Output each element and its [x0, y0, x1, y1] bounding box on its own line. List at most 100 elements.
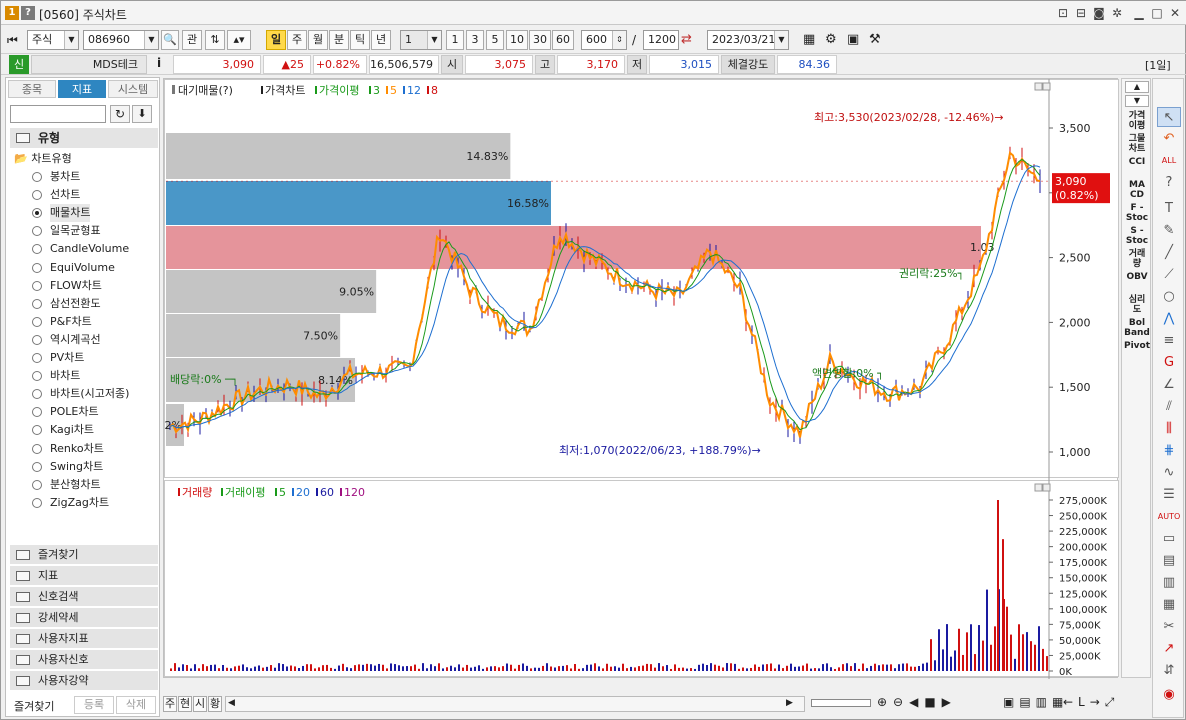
help-badge[interactable]: ? — [21, 6, 35, 20]
chart-type-label[interactable]: P&F차트 — [50, 313, 92, 331]
period-tick-button[interactable]: 틱 — [350, 30, 370, 50]
indicator-shortcut[interactable]: S - Stoc — [1124, 226, 1150, 246]
cursor-arrow-icon[interactable]: ↖ — [1157, 107, 1181, 127]
indicator-shortcut[interactable]: 그물 차트 — [1124, 134, 1150, 154]
chart-type-radio[interactable] — [32, 443, 42, 454]
all-delete-icon[interactable]: ALL — [1157, 151, 1181, 171]
save-icon[interactable]: ⊟ — [1073, 5, 1089, 21]
chart-type-radio[interactable] — [32, 497, 42, 508]
tab-current[interactable]: 현 — [178, 696, 192, 712]
volume-close-icon[interactable] — [1042, 483, 1051, 492]
chart-type-label[interactable]: CandleVolume — [50, 240, 129, 258]
chart-type-radio[interactable] — [32, 172, 42, 182]
chart-type-label[interactable]: 바차트(시고저종) — [50, 385, 129, 403]
group-header-type[interactable]: 유형 — [10, 128, 158, 148]
scroll-up-icon[interactable]: ▲ — [1125, 81, 1149, 93]
interval-30-button[interactable]: 30 — [529, 30, 551, 50]
tab-main[interactable]: 주 — [163, 696, 177, 712]
trade-icon[interactable]: ⇵ — [1157, 661, 1181, 681]
ray-line-icon[interactable]: ⟋ — [1157, 265, 1181, 285]
settings-gear-icon[interactable]: ✲ — [1109, 5, 1125, 21]
tab-market[interactable]: 시 — [193, 696, 207, 712]
cycle-icon[interactable]: ⫼ — [1157, 419, 1181, 439]
view-controls[interactable]: ▣▤▥▦ — [1003, 695, 1068, 709]
chart-type-label[interactable]: 분산형차트 — [50, 476, 101, 494]
chart-type-radio[interactable] — [32, 244, 42, 255]
zoom-slider[interactable] — [811, 699, 871, 707]
tab-status[interactable]: 황 — [208, 696, 222, 712]
chart-type-label[interactable]: 봉차트 — [50, 168, 80, 186]
sync-icon[interactable]: ⇅ — [205, 30, 225, 50]
info-icon[interactable]: i — [157, 56, 161, 70]
auto-icon[interactable]: AUTO — [1157, 507, 1181, 527]
interval-60-button[interactable]: 60 — [552, 30, 574, 50]
wrench-icon[interactable]: ✂ — [1157, 617, 1181, 637]
circle-icon[interactable]: ○ — [1157, 287, 1181, 307]
chart-type-radio[interactable] — [32, 226, 42, 237]
indicator-shortcut[interactable]: MA CD — [1124, 180, 1150, 200]
chart-type-radio[interactable] — [32, 407, 42, 418]
chart-type-label[interactable]: EquiVolume — [50, 259, 115, 277]
nav-controls[interactable]: ←L→⤢ — [1063, 695, 1119, 710]
window-icon[interactable]: ▭ — [1157, 529, 1181, 549]
favorites-tab[interactable]: 즐겨찾기 — [14, 698, 54, 714]
horizontal-scrollbar[interactable]: ◀ ▶ — [225, 696, 805, 712]
parallel-lines-icon[interactable]: ≡ — [1157, 331, 1181, 351]
chart-type-radio[interactable] — [32, 262, 42, 273]
delete-button[interactable]: 삭제 — [116, 696, 156, 714]
chart-settings-icon[interactable]: ▦ — [803, 32, 815, 47]
chart-type-radio[interactable] — [32, 316, 42, 327]
interval-select[interactable]: 1 ▼ — [400, 30, 442, 50]
display-count-stepper[interactable]: 600 ⇕ — [581, 30, 627, 50]
gear-icon[interactable]: ⚙ — [825, 32, 837, 47]
signal-icon[interactable]: ↗ — [1157, 639, 1181, 659]
chart-type-label[interactable]: PV차트 — [50, 349, 84, 367]
chart-type-radio[interactable] — [32, 208, 42, 219]
period-year-button[interactable]: 년 — [371, 30, 391, 50]
chart-type-radio[interactable] — [32, 461, 42, 472]
tab-stocks[interactable]: 종목 — [8, 80, 56, 98]
tab-indicators[interactable]: 지표 — [58, 80, 106, 98]
chart-type-radio[interactable] — [32, 334, 42, 345]
alert-icon[interactable]: ◉ — [1157, 685, 1181, 705]
chart-type-label[interactable]: 일목균형표 — [50, 222, 101, 240]
tab-system[interactable]: 시스템 — [108, 80, 158, 98]
chart-type-label[interactable]: 바차트 — [50, 367, 80, 385]
volume-restore-icon[interactable] — [1034, 483, 1043, 492]
gann-icon[interactable]: G — [1157, 353, 1181, 373]
folder-item[interactable]: 사용자신호 — [10, 650, 158, 670]
indicator-shortcut[interactable]: Bol Band — [1124, 318, 1150, 338]
chart-canvas[interactable]: 대기매물(?) 가격차트 가격이평 3 5 12 8거래량 거래이평 5 20 60 1203,500… — [154, 79, 1119, 694]
download-icon[interactable]: ⬇ — [132, 105, 152, 123]
camera-icon[interactable]: ◙ — [1091, 5, 1107, 21]
indicator-shortcut[interactable]: CCI — [1124, 157, 1150, 167]
trendline-icon[interactable]: ╱ — [1157, 243, 1181, 263]
save-disk-icon[interactable]: ▣ — [847, 32, 859, 47]
updown-stepper[interactable]: ▴▾ — [227, 30, 251, 50]
chart-type-radio[interactable] — [32, 425, 42, 436]
period-minute-button[interactable]: 분 — [329, 30, 349, 50]
chart-type-label[interactable]: POLE차트 — [50, 403, 99, 421]
fan-icon[interactable]: ∠ — [1157, 375, 1181, 395]
chart-area[interactable]: 대기매물(?) 가격차트 가격이평 3 5 12 8 거래량 거래이평 5 20 60 120 3,500… — [154, 78, 1119, 694]
indicator-shortcut[interactable]: OBV — [1124, 272, 1150, 282]
chart-type-radio[interactable] — [32, 353, 42, 363]
interval-10-button[interactable]: 10 — [506, 30, 528, 50]
chart-type-label[interactable]: ZigZag차트 — [50, 494, 109, 512]
tools-icon[interactable]: ⚒ — [869, 32, 881, 47]
chart-type-label[interactable]: 선차트 — [50, 186, 80, 204]
folder-item[interactable]: 사용자강약 — [10, 671, 158, 691]
period-day-button[interactable]: 일 — [266, 30, 286, 50]
first-icon[interactable]: ⏮ — [7, 33, 25, 47]
compare-icon[interactable]: ▦ — [1157, 595, 1181, 615]
market-select[interactable]: 주식 ▼ — [27, 30, 79, 50]
indicator-shortcut[interactable]: Pivot — [1124, 341, 1150, 351]
register-button[interactable]: 등록 — [74, 696, 114, 714]
undo-icon[interactable]: ↶ — [1157, 129, 1181, 149]
wave-icon[interactable]: ∿ — [1157, 463, 1181, 483]
scroll-right-icon[interactable]: ▶ — [786, 698, 793, 708]
total-count-field[interactable]: 1200 — [643, 30, 679, 50]
tree-chart-type[interactable]: 📂 차트유형 — [14, 150, 72, 166]
chart-type-label[interactable]: FLOW차트 — [50, 277, 102, 295]
volume-panel[interactable] — [164, 480, 1119, 677]
